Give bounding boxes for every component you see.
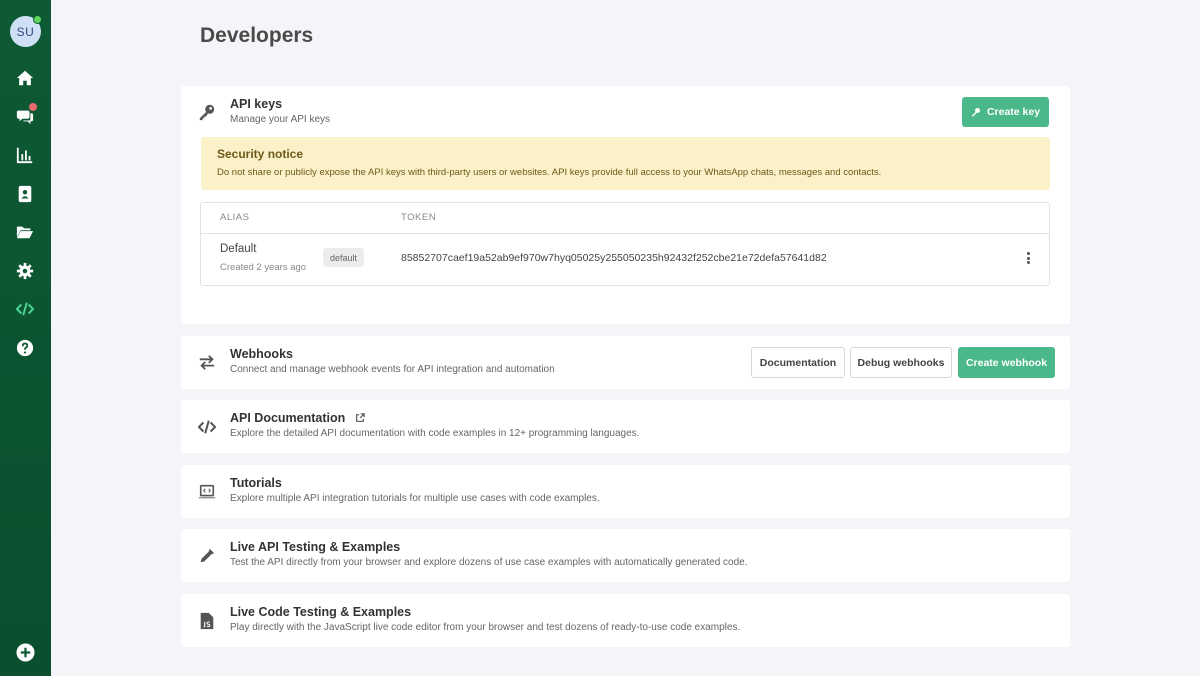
live-api-testing-title: Live API Testing & Examples: [230, 540, 401, 554]
swap-arrows-icon: [197, 352, 217, 372]
key-icon: [971, 108, 980, 117]
tutorials-card[interactable]: Tutorials Explore multiple API integrati…: [181, 465, 1070, 518]
sidebar-item-help[interactable]: [15, 338, 35, 358]
avatar[interactable]: SU: [10, 15, 42, 47]
sidebar-item-contacts[interactable]: [15, 184, 35, 204]
debug-webhooks-label: Debug webhooks: [857, 356, 945, 369]
kebab-dot: [1026, 252, 1030, 255]
api-documentation-card[interactable]: API Documentation Explore the detailed A…: [181, 400, 1070, 453]
live-api-testing-subtitle: Test the API directly from your browser …: [230, 557, 748, 568]
main-content: Developers API keys Manage your API keys…: [51, 0, 1200, 676]
api-keys-table: ALIAS TOKEN Default Created 2 years ago …: [200, 202, 1050, 286]
sidebar-item-analytics[interactable]: [15, 145, 35, 165]
row-menu-button[interactable]: [1023, 250, 1033, 266]
api-documentation-title: API Documentation: [230, 411, 346, 425]
api-documentation-subtitle: Explore the detailed API documentation w…: [230, 428, 640, 439]
external-link-icon: [355, 413, 365, 422]
api-keys-title: API keys: [230, 97, 283, 111]
security-notice-text: Do not share or publicly expose the API …: [217, 167, 882, 178]
tutorials-subtitle: Explore multiple API integration tutoria…: [230, 493, 600, 504]
api-keys-card: API keys Manage your API keys Create key…: [181, 86, 1070, 324]
live-code-testing-title: Live Code Testing & Examples: [230, 605, 412, 619]
chart-icon: [16, 147, 33, 164]
eyedropper-icon: [197, 546, 217, 566]
avatar-initials: SU: [16, 24, 35, 39]
default-tag: default: [323, 248, 364, 267]
security-notice: Security notice Do not share or publicly…: [201, 137, 1050, 190]
folder-icon: [16, 226, 34, 239]
api-token[interactable]: 85852707caef19a52ab9ef970w7hyq05025y2550…: [401, 252, 827, 264]
sidebar: SU: [0, 0, 51, 676]
webhooks-title: Webhooks: [230, 347, 293, 361]
sidebar-item-developers[interactable]: [15, 299, 35, 319]
create-webhook-button[interactable]: Create webhook: [958, 347, 1055, 378]
column-header-token: TOKEN: [401, 212, 437, 223]
gear-icon: [16, 262, 34, 280]
api-documentation-title-row: API Documentation: [230, 411, 365, 425]
sidebar-item-settings[interactable]: [15, 261, 35, 281]
code-icon: [16, 302, 34, 316]
sidebar-item-home[interactable]: [15, 68, 35, 88]
tutorials-title: Tutorials: [230, 476, 282, 490]
plus-circle-icon: [16, 643, 35, 662]
create-key-button[interactable]: Create key: [962, 97, 1049, 127]
api-keys-subtitle: Manage your API keys: [230, 114, 331, 125]
create-key-label: Create key: [986, 106, 1041, 118]
key-created: Created 2 years ago: [220, 262, 307, 273]
home-icon: [16, 70, 34, 86]
kebab-dot: [1026, 256, 1030, 260]
laptop-code-icon: [197, 482, 217, 502]
app-window: SU Developers API keys Manage your API k…: [0, 0, 1200, 676]
live-code-testing-subtitle: Play directly with the JavaScript live c…: [230, 622, 741, 633]
documentation-button[interactable]: Documentation: [751, 347, 845, 378]
kebab-dot: [1026, 261, 1030, 264]
page-title: Developers: [200, 24, 314, 47]
live-code-testing-card[interactable]: Live Code Testing & Examples Play direct…: [181, 594, 1070, 647]
table-divider: [201, 233, 1049, 234]
online-status-dot: [33, 15, 42, 24]
code-icon: [197, 417, 217, 437]
webhooks-subtitle: Connect and manage webhook events for AP…: [230, 364, 555, 375]
security-notice-title: Security notice: [217, 147, 304, 161]
help-icon: [16, 339, 34, 357]
key-icon: [197, 102, 217, 122]
debug-webhooks-button[interactable]: Debug webhooks: [850, 347, 952, 378]
column-header-alias: ALIAS: [220, 212, 250, 223]
javascript-file-icon: [197, 611, 217, 631]
contacts-icon: [18, 185, 32, 203]
create-webhook-label: Create webhook: [965, 356, 1048, 369]
unread-badge: [29, 103, 37, 111]
sidebar-item-chats[interactable]: [15, 103, 37, 126]
documentation-label: Documentation: [759, 356, 837, 369]
live-api-testing-card[interactable]: Live API Testing & Examples Test the API…: [181, 529, 1070, 582]
add-button[interactable]: [16, 643, 35, 662]
sidebar-item-files[interactable]: [15, 222, 35, 242]
webhooks-card[interactable]: Webhooks Connect and manage webhook even…: [181, 336, 1070, 389]
key-alias: Default: [220, 243, 257, 255]
